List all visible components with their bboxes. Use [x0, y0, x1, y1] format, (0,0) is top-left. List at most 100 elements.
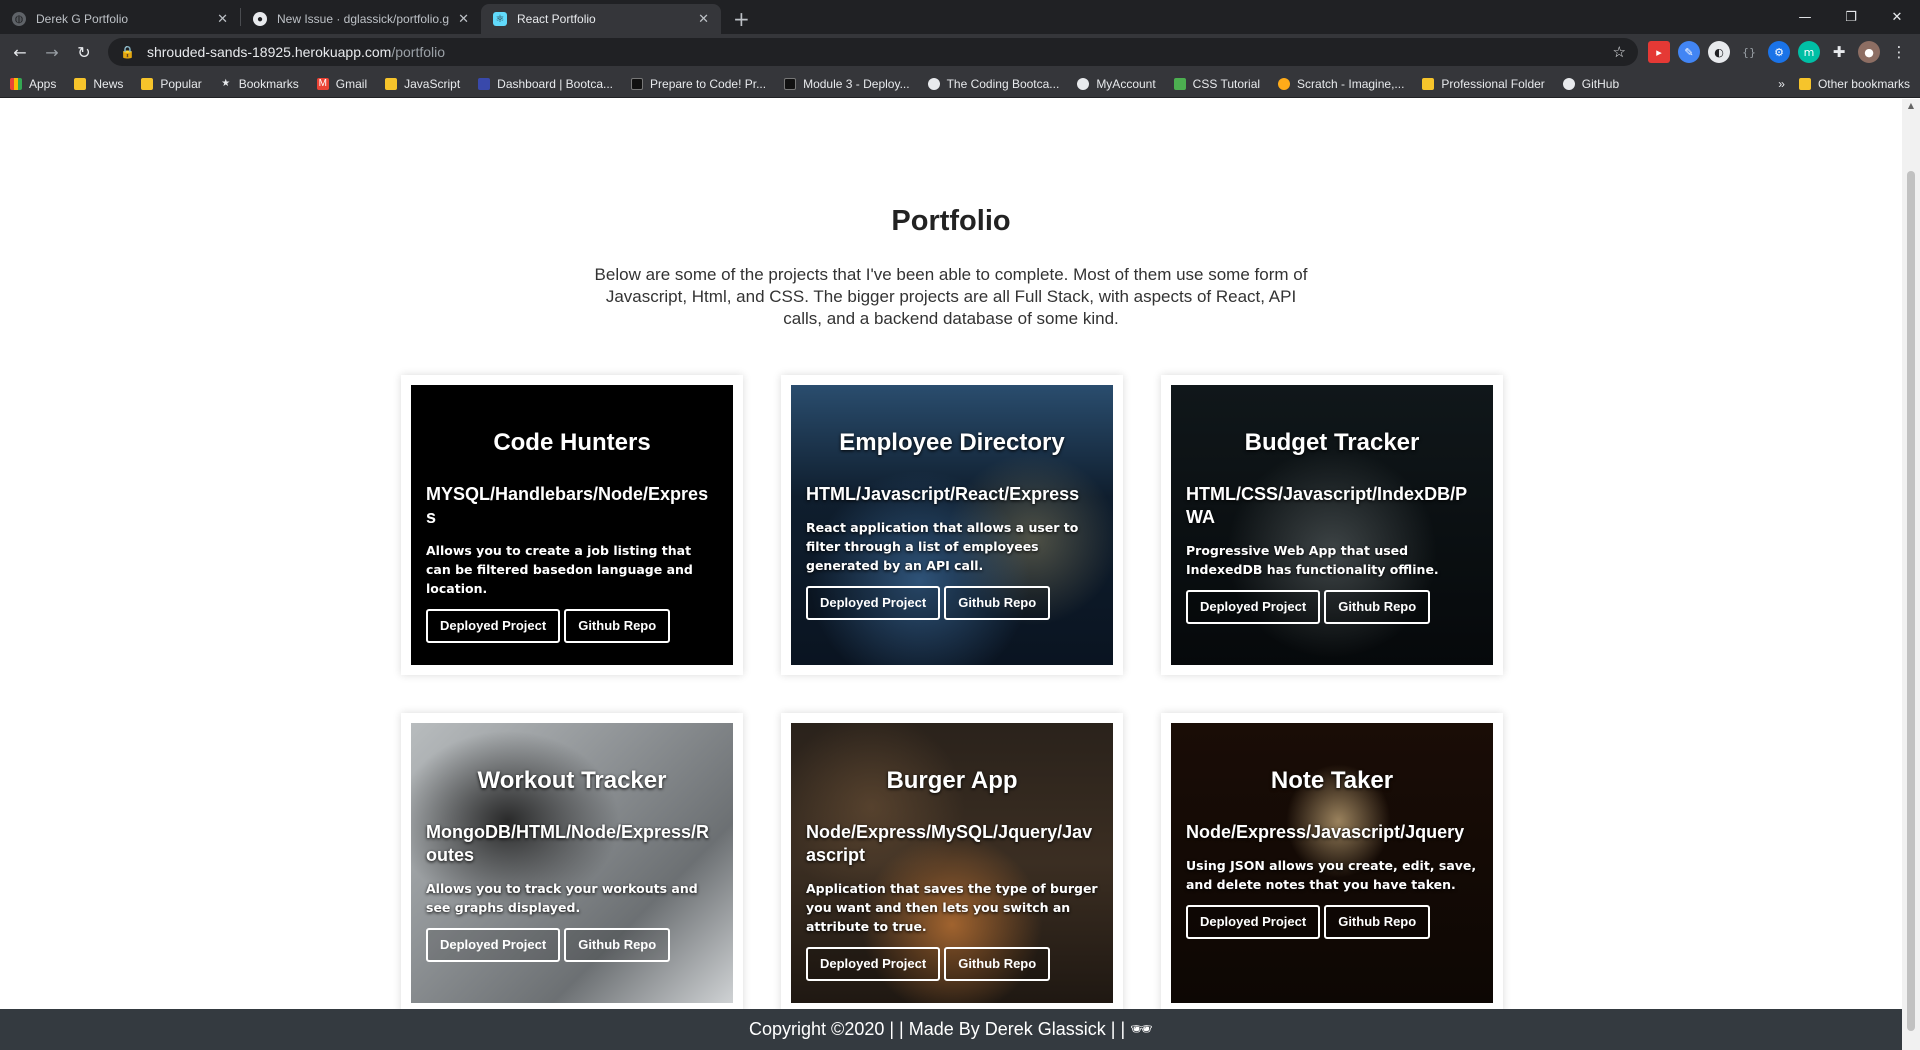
lock-icon[interactable]: 🔒 [120, 45, 135, 59]
page-viewport: Portfolio Below are some of the projects… [0, 99, 1902, 1009]
bookmark-other-bookmarks[interactable]: Other bookmarks [1798, 76, 1910, 91]
gmail-icon: M [316, 77, 329, 90]
bookmark-myaccount[interactable]: MyAccount [1077, 76, 1156, 91]
globe-icon [1077, 77, 1090, 90]
project-title: Employee Directory [839, 429, 1065, 456]
bookmark-bookmarks[interactable]: ★ Bookmarks [220, 77, 299, 91]
project-stack: Node/Express/MySQL/Jquery/Javascript [806, 822, 1093, 865]
tab-title: Derek G Portfolio [36, 12, 129, 26]
project-description: Allows you to track your workouts and se… [426, 881, 698, 915]
project-description: Progressive Web App that used IndexedDB … [1186, 543, 1439, 577]
tab-react-portfolio[interactable]: ⚛ React Portfolio ✕ [481, 4, 721, 34]
project-title: Burger App [886, 767, 1018, 794]
bookmark-css-tutorial[interactable]: CSS Tutorial [1173, 76, 1261, 91]
bookmark-coding-bootcamp[interactable]: The Coding Bootca... [927, 77, 1059, 91]
deployed-project-button[interactable]: Deployed Project [426, 609, 561, 643]
project-title: Note Taker [1270, 767, 1394, 794]
bookmark-scratch[interactable]: Scratch - Imagine,... [1278, 77, 1404, 91]
extension-icon[interactable]: ✎ [1678, 41, 1700, 63]
project-card-body: Budget Tracker HTML/CSS/Javascript/Index… [1171, 385, 1493, 665]
project-card-body: Code Hunters MYSQL/Handlebars/Node/Expre… [411, 385, 733, 665]
github-repo-button[interactable]: Github Repo [1324, 590, 1431, 624]
extensions-puzzle-icon[interactable]: ✚ [1828, 41, 1850, 63]
bookmark-professional-folder[interactable]: Professional Folder [1422, 77, 1545, 91]
project-buttons: Deployed Project Github Repo [426, 928, 718, 962]
bookmark-prepare-to-code[interactable]: Prepare to Code! Pr... [631, 77, 766, 91]
browser-toolbar: ← → ↻ 🔒 shrouded-sands-18925.herokuapp.c… [0, 34, 1920, 70]
deployed-project-button[interactable]: Deployed Project [426, 928, 561, 962]
bookmark-label: Gmail [335, 76, 368, 91]
bookmark-label: CSS Tutorial [1192, 76, 1261, 91]
project-description: Allows you to create a job listing that … [426, 543, 693, 596]
minimize-icon[interactable]: — [1782, 0, 1828, 34]
project-description: React application that allows a user to … [806, 520, 1079, 573]
page-scrollbar[interactable]: ▲ [1902, 99, 1920, 1050]
bookmark-label: Popular [160, 76, 202, 91]
bookmark-label: MyAccount [1096, 76, 1156, 91]
project-description: Application that saves the type of burge… [806, 881, 1098, 934]
bookmark-news[interactable]: News [74, 77, 123, 91]
extension-icon[interactable]: ⚙ [1768, 41, 1790, 63]
bookmark-module-3[interactable]: Module 3 - Deploy... [784, 77, 910, 91]
avatar[interactable]: ● [1858, 41, 1880, 63]
scrollbar-thumb[interactable] [1907, 171, 1915, 1031]
deployed-project-button[interactable]: Deployed Project [806, 947, 941, 981]
reload-icon[interactable]: ↻ [70, 38, 98, 66]
project-card: Workout Tracker MongoDB/HTML/Node/Expres… [401, 713, 743, 1009]
page-title: Portfolio [891, 205, 1011, 237]
tab-new-issue[interactable]: ● New Issue · dglassick/portfolio.g ✕ [241, 4, 481, 34]
window-controls: — ❐ ✕ [1782, 0, 1920, 34]
github-icon [927, 77, 940, 90]
forward-icon[interactable]: → [38, 38, 66, 66]
tab-title: New Issue · dglassick/portfolio.g [277, 12, 450, 26]
project-stack: HTML/Javascript/React/Express [806, 484, 1080, 504]
github-repo-button[interactable]: Github Repo [564, 928, 671, 962]
close-icon[interactable]: ✕ [217, 11, 228, 27]
bookmark-star-icon[interactable]: ☆ [1613, 43, 1626, 61]
menu-kebab-icon[interactable]: ⋮ [1888, 41, 1910, 63]
folder-icon [1798, 77, 1811, 90]
restore-icon[interactable]: ❐ [1828, 0, 1874, 34]
extension-icon[interactable]: ▸ [1648, 41, 1670, 63]
bookmarks-overflow-button[interactable]: » [1778, 77, 1785, 91]
tab-strip: ◍ Derek G Portfolio ✕ ● New Issue · dgla… [0, 0, 1920, 34]
bookmark-dashboard[interactable]: Dashboard | Bootca... [478, 77, 613, 91]
close-icon[interactable]: ✕ [698, 11, 709, 27]
address-bar[interactable]: 🔒 shrouded-sands-18925.herokuapp.com/por… [108, 38, 1638, 66]
extension-icon[interactable]: ◐ [1708, 41, 1730, 63]
bookmark-github[interactable]: GitHub [1562, 77, 1619, 91]
extension-icon[interactable]: m [1798, 41, 1820, 63]
project-card-body: Burger App Node/Express/MySQL/Jquery/Jav… [791, 723, 1113, 1003]
extension-icon[interactable]: {} [1738, 41, 1760, 63]
project-card-body: Employee Directory HTML/Javascript/React… [791, 385, 1113, 665]
project-buttons: Deployed Project Github Repo [1186, 905, 1478, 939]
bookmark-label: Apps [29, 76, 57, 91]
bookmark-gmail[interactable]: M Gmail [316, 76, 368, 91]
bookmark-popular[interactable]: Popular [141, 76, 202, 91]
deployed-project-button[interactable]: Deployed Project [806, 586, 941, 620]
folder-icon [1422, 77, 1435, 90]
project-card-body: Note Taker Node/Express/Javascript/Jquer… [1171, 723, 1493, 1003]
github-repo-button[interactable]: Github Repo [1324, 905, 1431, 939]
new-tab-button[interactable]: + [721, 4, 762, 34]
deployed-project-button[interactable]: Deployed Project [1186, 590, 1321, 624]
close-icon[interactable]: ✕ [458, 11, 469, 27]
project-buttons: Deployed Project Github Repo [1186, 590, 1478, 624]
star-icon: ★ [221, 77, 231, 89]
apps-grid-icon [10, 77, 22, 90]
github-repo-button[interactable]: Github Repo [944, 586, 1051, 620]
tab-derek-portfolio[interactable]: ◍ Derek G Portfolio ✕ [0, 4, 240, 34]
github-icon: ● [253, 12, 267, 26]
scroll-up-icon[interactable]: ▲ [1902, 101, 1920, 115]
bookmark-label: Other bookmarks [1817, 76, 1910, 91]
bookmark-javascript[interactable]: JavaScript [385, 77, 460, 91]
close-window-icon[interactable]: ✕ [1874, 0, 1920, 34]
bookmark-label: JavaScript [404, 76, 461, 91]
bookmark-apps[interactable]: Apps [10, 77, 56, 91]
github-repo-button[interactable]: Github Repo [944, 947, 1051, 981]
deployed-project-button[interactable]: Deployed Project [1186, 905, 1321, 939]
back-icon[interactable]: ← [6, 38, 34, 66]
github-repo-button[interactable]: Github Repo [564, 609, 671, 643]
bookmark-label: Scratch - Imagine,... [1297, 76, 1405, 91]
project-card: Burger App Node/Express/MySQL/Jquery/Jav… [781, 713, 1123, 1009]
